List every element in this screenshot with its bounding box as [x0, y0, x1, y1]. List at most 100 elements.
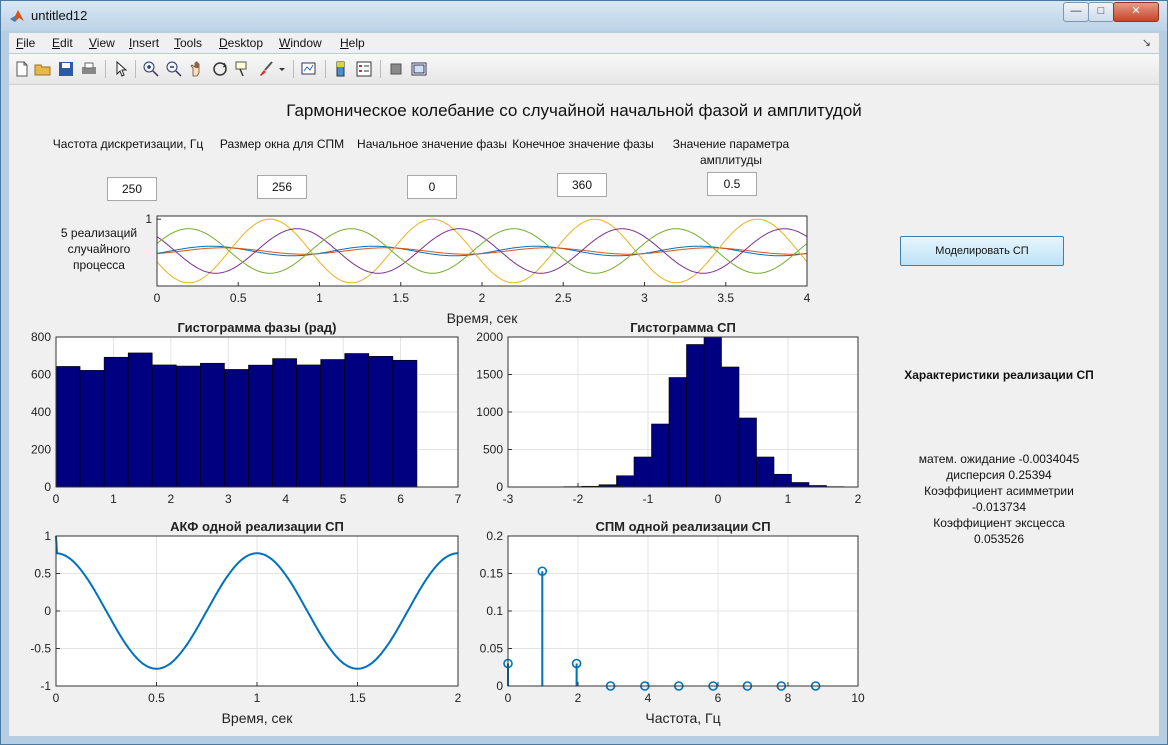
chart-3 — [55, 535, 459, 687]
minimize-button[interactable]: — — [1063, 2, 1089, 22]
print-icon[interactable] — [80, 60, 98, 78]
y-tick-label: 2000 — [476, 330, 503, 344]
x-tick-label: 2 — [455, 691, 462, 705]
menu-view-rest: iew — [96, 36, 115, 50]
y-tick-label: 0.2 — [486, 529, 503, 543]
histogram-bar — [791, 482, 810, 488]
x-tick-label: 0 — [505, 691, 512, 705]
zoom-in-icon[interactable] — [142, 60, 160, 78]
insert-colorbar-icon[interactable] — [332, 60, 350, 78]
x-tick-label: 1.5 — [392, 291, 409, 305]
x-tick-label: 1 — [110, 492, 117, 506]
menu-window[interactable]: Window — [279, 36, 322, 50]
figure-area: Гармоническое колебание со случайной нач… — [9, 85, 1159, 736]
close-button[interactable]: ✕ — [1113, 2, 1159, 22]
y-tick-label: -0.5 — [30, 642, 51, 656]
toolbar-separator — [293, 60, 294, 78]
y-tick-label: 0 — [496, 480, 503, 494]
new-figure-icon[interactable] — [13, 60, 31, 78]
x-tick-label: 2 — [168, 492, 175, 506]
x-tick-label: 1 — [316, 291, 323, 305]
histogram-bar — [738, 417, 757, 488]
y-tick-label: 1500 — [476, 368, 503, 382]
chart-title: АКФ одной реализации СП — [170, 519, 344, 534]
y-tick-label: 0.05 — [480, 642, 504, 656]
menu-view[interactable]: View — [89, 36, 115, 50]
x-tick-label: 0.5 — [148, 691, 165, 705]
toolbar-separator — [325, 60, 326, 78]
toolbar-separator — [105, 60, 106, 78]
x-tick-label: 0 — [53, 492, 60, 506]
x-tick-label: -1 — [643, 492, 654, 506]
histogram-bar — [320, 359, 346, 488]
open-file-icon[interactable] — [34, 60, 52, 78]
x-tick-label: 4 — [645, 691, 652, 705]
hide-plot-tools-icon[interactable] — [387, 60, 405, 78]
x-tick-label: 6 — [715, 691, 722, 705]
zoom-out-icon[interactable] — [165, 60, 183, 78]
menu-help[interactable]: Help — [340, 36, 365, 50]
rotate-3d-icon[interactable] — [211, 60, 229, 78]
x-tick-label: 8 — [785, 691, 792, 705]
histogram-bar — [272, 358, 297, 488]
toolbar-separator — [135, 60, 136, 78]
chart-title: СПМ одной реализации СП — [595, 519, 770, 534]
link-plot-icon[interactable] — [300, 60, 318, 78]
histogram-bar — [703, 336, 722, 488]
maximize-button[interactable]: □ — [1088, 2, 1114, 22]
y-tick-label: 0 — [496, 679, 503, 693]
save-icon[interactable] — [57, 60, 75, 78]
x-tick-label: 2 — [479, 291, 486, 305]
histogram-bar — [296, 364, 321, 488]
menu-desktop[interactable]: Desktop — [219, 36, 263, 50]
chart-0 — [156, 215, 808, 287]
matlab-logo-icon — [10, 10, 24, 22]
menu-overflow-icon[interactable]: ↘ — [1142, 36, 1151, 49]
histogram-bar — [668, 377, 687, 488]
x-tick-label: -2 — [573, 492, 584, 506]
histogram-bar — [616, 475, 635, 488]
histogram-bar — [176, 365, 201, 488]
menu-edit-rest: dit — [60, 36, 73, 50]
y-tick-label: 1 — [145, 212, 152, 226]
menu-tools-rest: ools — [180, 36, 203, 50]
insert-legend-icon[interactable] — [355, 60, 373, 78]
x-tick-label: 0 — [154, 291, 161, 305]
menu-bar: File Edit View Insert Tools Desktop Wind… — [9, 33, 1159, 53]
show-plot-tools-icon[interactable] — [410, 60, 428, 78]
x-tick-label: 0 — [53, 691, 60, 705]
histogram-bar — [79, 370, 105, 488]
pointer-icon[interactable] — [112, 60, 130, 78]
y-tick-label: 200 — [31, 443, 51, 457]
histogram-bar — [651, 423, 670, 488]
y-tick-label: 1 — [44, 529, 51, 543]
menu-file[interactable]: File — [16, 36, 35, 50]
plots-canvas: 0 0.5 1 1.5 2 2.5 3 3.5 41Время, сек0 1 2 3 4 5 6 70200… — [30, 212, 865, 726]
menu-edit[interactable]: Edit — [52, 36, 73, 50]
histogram-bar — [248, 364, 273, 488]
toolbar-separator — [380, 60, 381, 78]
menu-window-rest: indow — [290, 36, 322, 50]
x-tick-label: 6 — [397, 492, 404, 506]
brush-icon[interactable] — [257, 60, 275, 78]
menu-desktop-rest: esktop — [227, 36, 264, 50]
menu-tools[interactable]: Tools — [174, 36, 202, 50]
y-tick-label: 400 — [31, 405, 51, 419]
x-axis-label: Время, сек — [447, 310, 519, 326]
histogram-bar — [773, 473, 792, 488]
x-tick-label: 1 — [785, 492, 792, 506]
figure-window: untitled12 — □ ✕ File Edit View Insert T… — [0, 0, 1168, 745]
chart-4 — [503, 535, 859, 691]
title-bar[interactable]: untitled12 — □ ✕ — [1, 1, 1167, 31]
toolbar — [9, 54, 1159, 85]
window-title: untitled12 — [31, 8, 88, 23]
histogram-bar — [368, 356, 394, 488]
data-cursor-icon[interactable] — [234, 60, 252, 78]
histogram-bar — [633, 456, 652, 488]
x-tick-label: 0.5 — [230, 291, 247, 305]
pan-icon[interactable] — [188, 60, 206, 78]
histogram-bar — [103, 356, 129, 488]
menu-insert[interactable]: Insert — [129, 36, 159, 50]
y-tick-label: 0.1 — [486, 604, 503, 618]
brush-dropdown-icon[interactable] — [277, 60, 287, 78]
